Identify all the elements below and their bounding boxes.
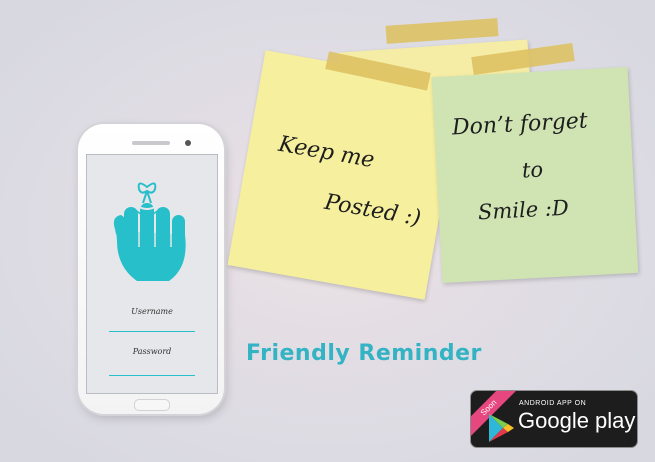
phone-camera (185, 140, 191, 146)
green-note-line-3: Smile :D (477, 195, 570, 225)
phone-screen: Username Password (86, 154, 218, 394)
username-field[interactable]: Username (87, 307, 217, 316)
promo-banner: Username Password Keep me Posted :) Don’… (0, 0, 655, 462)
password-underline (109, 375, 195, 376)
badge-android-label: ANDROID APP ON (519, 400, 587, 407)
tape-strip (385, 18, 499, 44)
finger-with-string-icon (113, 182, 186, 281)
phone-mockup: Username Password (78, 124, 224, 414)
username-underline (109, 331, 195, 332)
app-title: Friendly Reminder (246, 341, 482, 366)
badge-store-name: Google play (518, 408, 636, 433)
green-note-line-2: to (521, 157, 544, 183)
google-play-badge[interactable]: Soon ANDROID APP ON Google play (470, 390, 638, 448)
password-field[interactable]: Password (87, 347, 217, 356)
google-play-triangle-icon (489, 414, 514, 442)
phone-speaker (132, 141, 170, 145)
phone-home-button (134, 399, 170, 411)
